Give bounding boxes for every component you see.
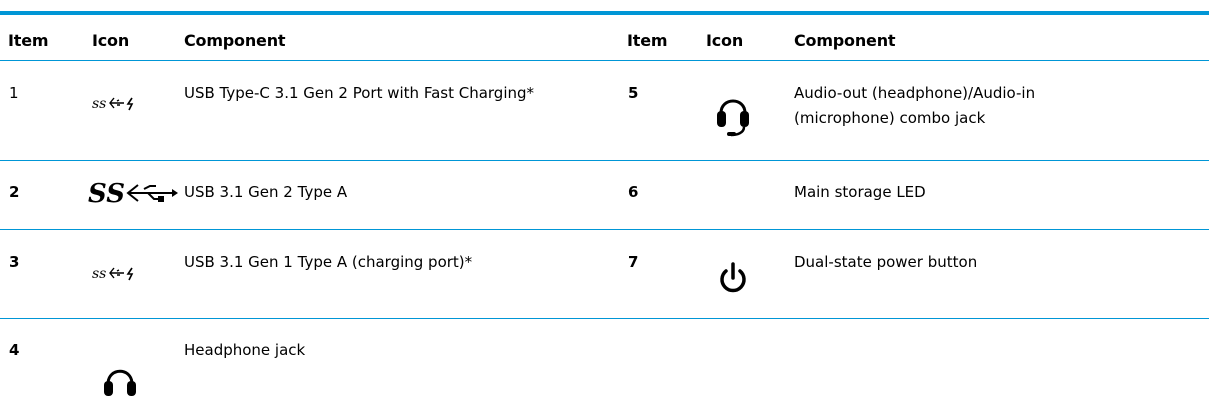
component-label: Headphone jack [184, 341, 306, 359]
headset-icon [717, 99, 749, 137]
header-component-left: Component [184, 31, 286, 50]
svg-text:ss: ss [92, 96, 106, 112]
item-number: 4 [9, 341, 20, 359]
superspeed-usb-charging-icon: ss [92, 266, 134, 282]
header-item-left: Item [8, 31, 49, 50]
header-item-right: Item [627, 31, 668, 50]
header-icon-right: Icon [706, 31, 744, 50]
headphone-icon [104, 369, 136, 396]
component-label: Dual-state power button [794, 253, 978, 271]
header-component-right: Component [794, 31, 896, 50]
item-number: 3 [9, 253, 20, 271]
power-icon [720, 262, 746, 293]
component-label-line1: Audio-out (headphone)/Audio-in [794, 84, 1036, 102]
item-number: 7 [628, 253, 639, 271]
component-label-line2: (microphone) combo jack [794, 109, 986, 127]
row-rule [0, 160, 1209, 161]
item-number: 6 [628, 183, 639, 201]
item-number: 2 [9, 183, 20, 201]
row-rule [0, 318, 1209, 319]
svg-text:ss: ss [92, 266, 106, 282]
item-number: 5 [628, 84, 639, 102]
header-rule [0, 60, 1209, 61]
superspeed-usb-charging-icon: ss [92, 96, 134, 112]
component-label: USB Type-C 3.1 Gen 2 Port with Fast Char… [184, 84, 535, 102]
component-label: USB 3.1 Gen 1 Type A (charging port)* [184, 253, 473, 271]
table-top-rule [0, 11, 1209, 15]
svg-text:SS: SS [88, 179, 125, 208]
component-label: USB 3.1 Gen 2 Type A [184, 183, 348, 201]
header-icon-left: Icon [92, 31, 130, 50]
item-number: 1 [9, 84, 19, 102]
superspeed-usb-icon: SS [88, 179, 178, 208]
component-label: Main storage LED [794, 183, 926, 201]
row-rule [0, 229, 1209, 230]
